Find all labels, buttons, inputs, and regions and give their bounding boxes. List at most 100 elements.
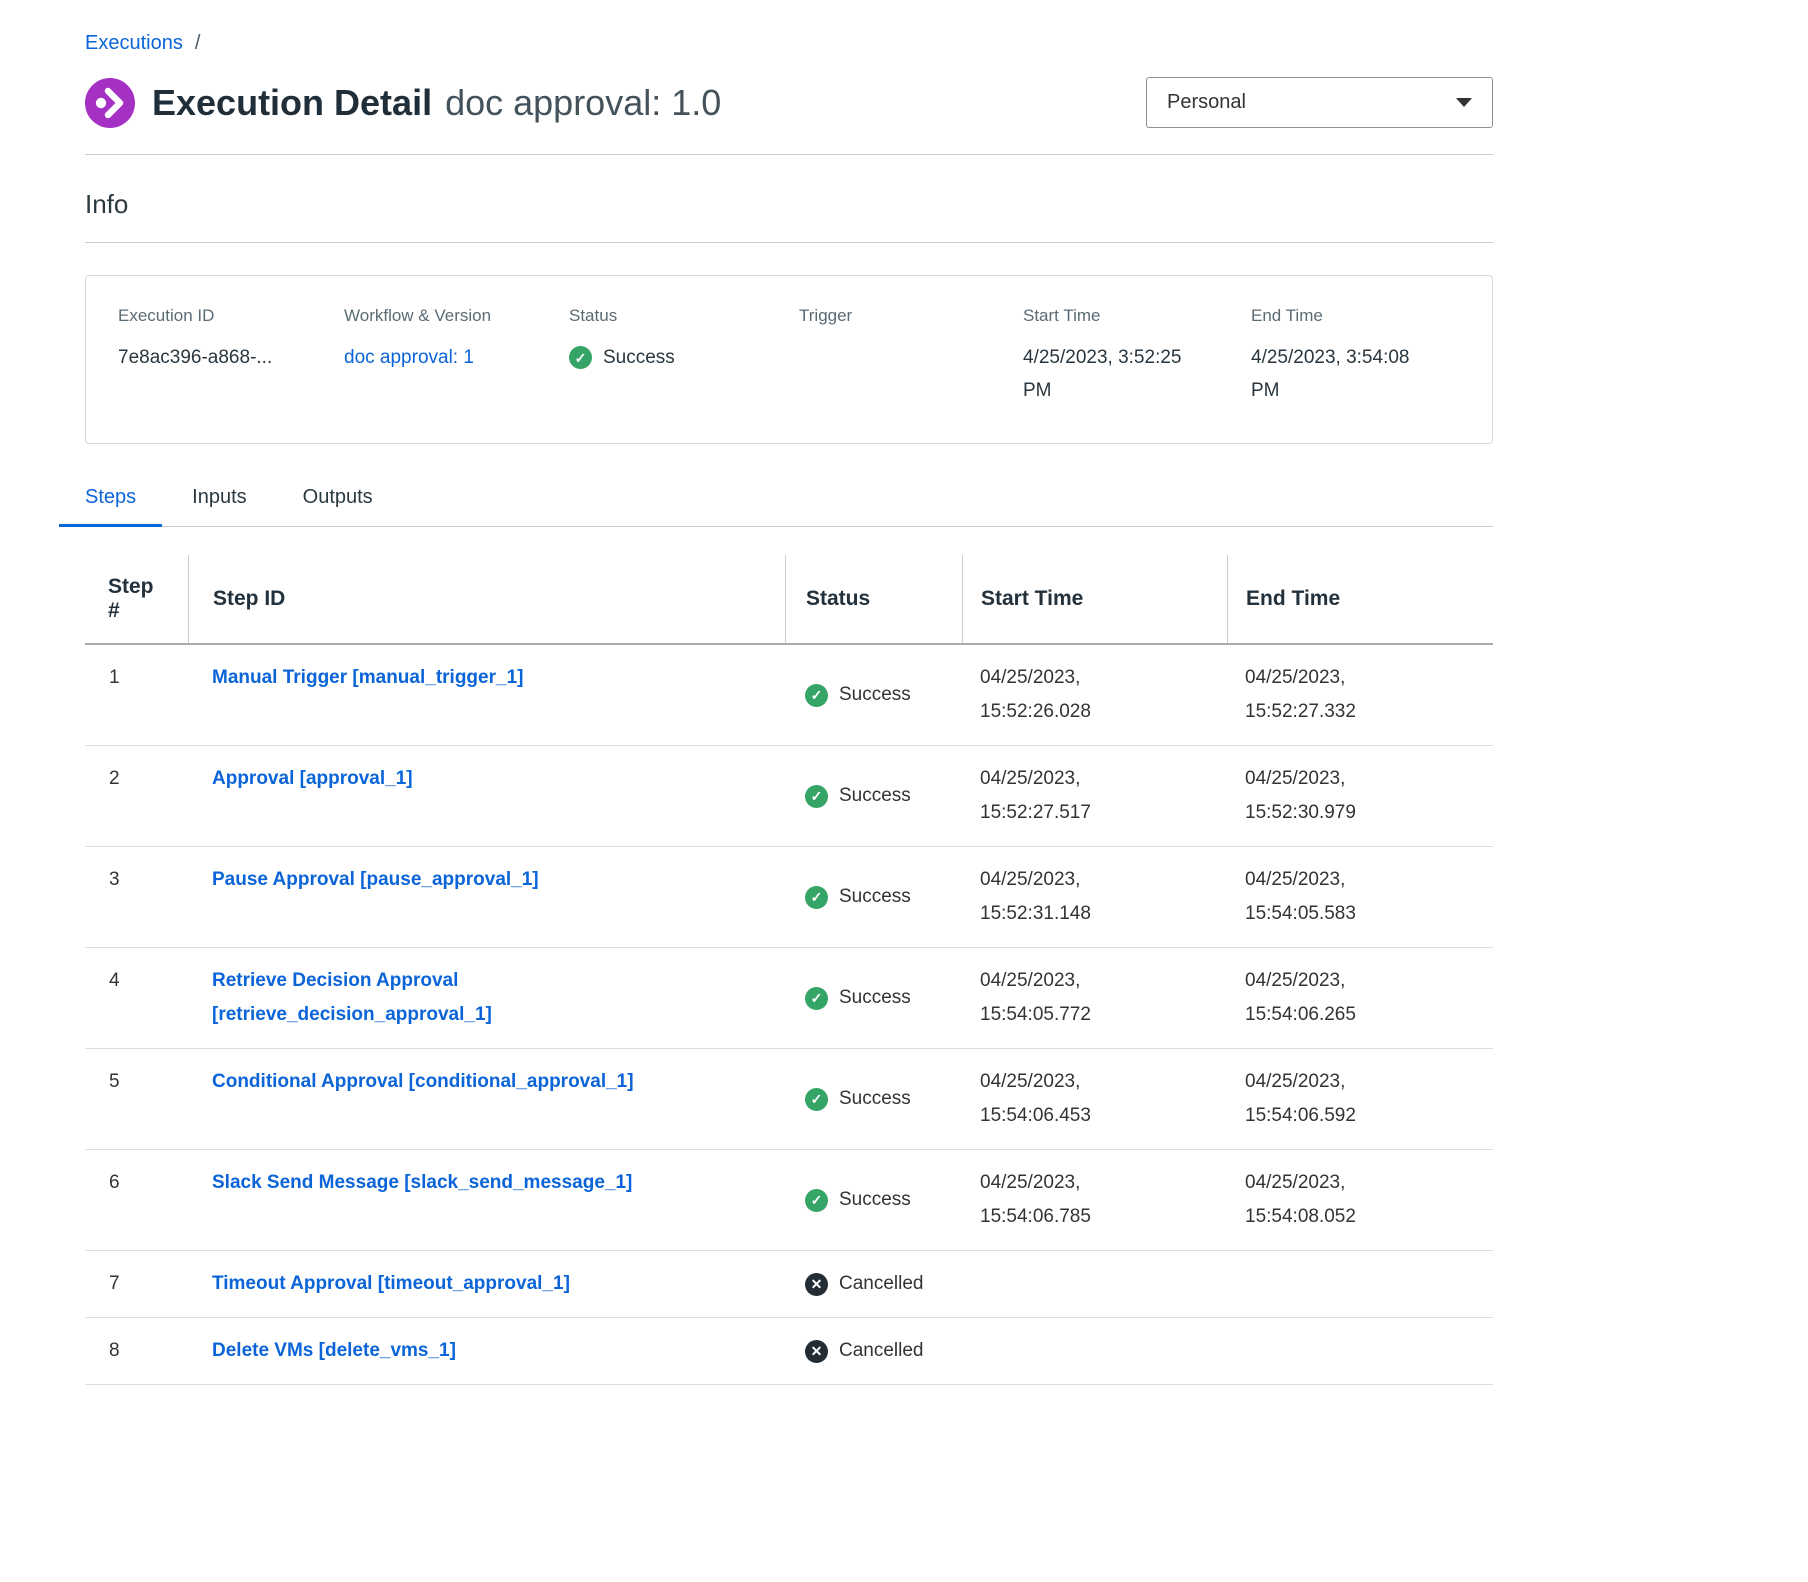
table-row: 7 Timeout Approval [timeout_approval_1] … bbox=[85, 1251, 1493, 1318]
row-end-time: 04/25/2023, 15:54:08.052 bbox=[1227, 1150, 1493, 1250]
steps-table-header: Step # Step ID Status Start Time End Tim… bbox=[85, 555, 1493, 645]
status-badge: Success bbox=[805, 779, 911, 813]
table-row: 8 Delete VMs [delete_vms_1] Cancelled bbox=[85, 1318, 1493, 1385]
table-row: 6 Slack Send Message [slack_send_message… bbox=[85, 1150, 1493, 1251]
status-cancelled-icon bbox=[805, 1273, 828, 1296]
workflow-version-link[interactable]: doc approval: 1 bbox=[344, 347, 474, 368]
step-number-cell: 4 bbox=[85, 948, 188, 1048]
tab-steps[interactable]: Steps bbox=[59, 486, 162, 527]
status-success-icon bbox=[805, 1088, 828, 1111]
step-id-link[interactable]: Approval [approval_1] bbox=[212, 768, 413, 789]
status-text: Cancelled bbox=[839, 1267, 924, 1301]
status-text: Cancelled bbox=[839, 1334, 924, 1368]
execution-id-field: Execution ID 7e8ac396-a868-... bbox=[118, 306, 344, 374]
status-label: Status bbox=[569, 306, 783, 326]
start-time-field: Start Time 4/25/2023, 3:52:25 PM bbox=[1023, 306, 1251, 407]
start-time-label: Start Time bbox=[1023, 306, 1235, 326]
breadcrumb-separator: / bbox=[195, 32, 201, 55]
info-card: Execution ID 7e8ac396-a868-... Workflow … bbox=[85, 275, 1493, 444]
end-time-value: 4/25/2023, 3:54:08 PM bbox=[1251, 341, 1443, 407]
detail-tabs: Steps Inputs Outputs bbox=[59, 486, 1493, 527]
status-badge: Cancelled bbox=[805, 1334, 924, 1368]
tab-outputs[interactable]: Outputs bbox=[277, 486, 399, 527]
title-divider bbox=[85, 154, 1493, 155]
status-success-icon bbox=[805, 785, 828, 808]
col-header-step-id: Step ID bbox=[188, 555, 785, 643]
row-end-time: 04/25/2023, 15:54:05.583 bbox=[1227, 847, 1493, 947]
breadcrumb: Executions / bbox=[85, 32, 1493, 55]
status-text: Success bbox=[839, 981, 911, 1015]
row-start-time: 04/25/2023, 15:54:06.785 bbox=[962, 1150, 1227, 1250]
table-row: 4 Retrieve Decision Approval [retrieve_d… bbox=[85, 948, 1493, 1049]
status-value: Success bbox=[603, 341, 675, 374]
row-end-time: 04/25/2023, 15:52:27.332 bbox=[1227, 645, 1493, 745]
step-id-link[interactable]: Pause Approval [pause_approval_1] bbox=[212, 869, 539, 890]
col-header-start-time: Start Time bbox=[962, 555, 1227, 643]
status-badge: Success bbox=[805, 880, 911, 914]
table-row: 2 Approval [approval_1] Success 04/25/20… bbox=[85, 746, 1493, 847]
status-badge: Success bbox=[805, 678, 911, 712]
status-text: Success bbox=[839, 1183, 911, 1217]
status-text: Success bbox=[839, 1082, 911, 1116]
col-header-end-time: End Time bbox=[1227, 555, 1493, 643]
page-subtitle: doc approval: 1.0 bbox=[445, 82, 721, 124]
col-header-step-number: Step # bbox=[85, 555, 188, 643]
status-text: Success bbox=[839, 880, 911, 914]
step-number-cell: 1 bbox=[85, 645, 188, 745]
row-start-time: 04/25/2023, 15:52:27.517 bbox=[962, 746, 1227, 846]
status-badge: Success bbox=[805, 1082, 911, 1116]
steps-table-body: 1 Manual Trigger [manual_trigger_1] Succ… bbox=[85, 645, 1493, 1385]
step-number-cell: 7 bbox=[85, 1251, 188, 1317]
status-success-icon bbox=[569, 346, 592, 369]
row-end-time bbox=[1227, 1251, 1493, 1317]
row-start-time bbox=[962, 1318, 1227, 1384]
trigger-field: Trigger bbox=[799, 306, 1023, 341]
step-id-link[interactable]: Manual Trigger [manual_trigger_1] bbox=[212, 667, 523, 688]
start-time-value: 4/25/2023, 3:52:25 PM bbox=[1023, 341, 1215, 407]
page-content: Executions / Execution Detail doc approv… bbox=[85, 0, 1493, 1385]
trigger-label: Trigger bbox=[799, 306, 1007, 326]
table-row: 5 Conditional Approval [conditional_appr… bbox=[85, 1049, 1493, 1150]
row-start-time: 04/25/2023, 15:54:05.772 bbox=[962, 948, 1227, 1048]
status-text: Success bbox=[839, 779, 911, 813]
execution-id-value: 7e8ac396-a868-... bbox=[118, 341, 328, 374]
status-badge: Success bbox=[805, 1183, 911, 1217]
workflow-version-label: Workflow & Version bbox=[344, 306, 553, 326]
tab-inputs[interactable]: Inputs bbox=[166, 486, 272, 527]
breadcrumb-executions-link[interactable]: Executions bbox=[85, 32, 183, 55]
status-badge: Success bbox=[805, 981, 911, 1015]
status-cancelled-icon bbox=[805, 1340, 828, 1363]
row-start-time: 04/25/2023, 15:54:06.453 bbox=[962, 1049, 1227, 1149]
step-number-cell: 6 bbox=[85, 1150, 188, 1250]
status-success-icon bbox=[805, 684, 828, 707]
steps-table: Step # Step ID Status Start Time End Tim… bbox=[85, 555, 1493, 1385]
row-end-time: 04/25/2023, 15:52:30.979 bbox=[1227, 746, 1493, 846]
info-section-title: Info bbox=[85, 189, 1493, 220]
step-id-link[interactable]: Conditional Approval [conditional_approv… bbox=[212, 1071, 634, 1092]
status-field: Status Success bbox=[569, 306, 799, 374]
step-number-cell: 8 bbox=[85, 1318, 188, 1384]
table-row: 1 Manual Trigger [manual_trigger_1] Succ… bbox=[85, 645, 1493, 746]
table-row: 3 Pause Approval [pause_approval_1] Succ… bbox=[85, 847, 1493, 948]
status-success-icon bbox=[805, 987, 828, 1010]
scope-select-dropdown[interactable]: Personal bbox=[1146, 77, 1493, 128]
step-id-link[interactable]: Retrieve Decision Approval [retrieve_dec… bbox=[212, 970, 492, 1025]
status-success-icon bbox=[805, 886, 828, 909]
row-end-time bbox=[1227, 1318, 1493, 1384]
step-id-link[interactable]: Slack Send Message [slack_send_message_1… bbox=[212, 1172, 632, 1193]
status-badge: Cancelled bbox=[805, 1267, 924, 1301]
row-end-time: 04/25/2023, 15:54:06.265 bbox=[1227, 948, 1493, 1048]
workflow-logo-icon bbox=[85, 78, 135, 128]
info-divider bbox=[85, 242, 1493, 243]
row-end-time: 04/25/2023, 15:54:06.592 bbox=[1227, 1049, 1493, 1149]
step-id-link[interactable]: Timeout Approval [timeout_approval_1] bbox=[212, 1273, 570, 1294]
title-row: Execution Detail doc approval: 1.0 Perso… bbox=[85, 77, 1493, 128]
status-text: Success bbox=[839, 678, 911, 712]
workflow-version-field: Workflow & Version doc approval: 1 bbox=[344, 306, 569, 374]
step-number-cell: 2 bbox=[85, 746, 188, 846]
end-time-field: End Time 4/25/2023, 3:54:08 PM bbox=[1251, 306, 1471, 407]
page-title: Execution Detail bbox=[152, 82, 432, 124]
status-success-icon bbox=[805, 1189, 828, 1212]
step-id-link[interactable]: Delete VMs [delete_vms_1] bbox=[212, 1340, 456, 1361]
step-number-cell: 5 bbox=[85, 1049, 188, 1149]
